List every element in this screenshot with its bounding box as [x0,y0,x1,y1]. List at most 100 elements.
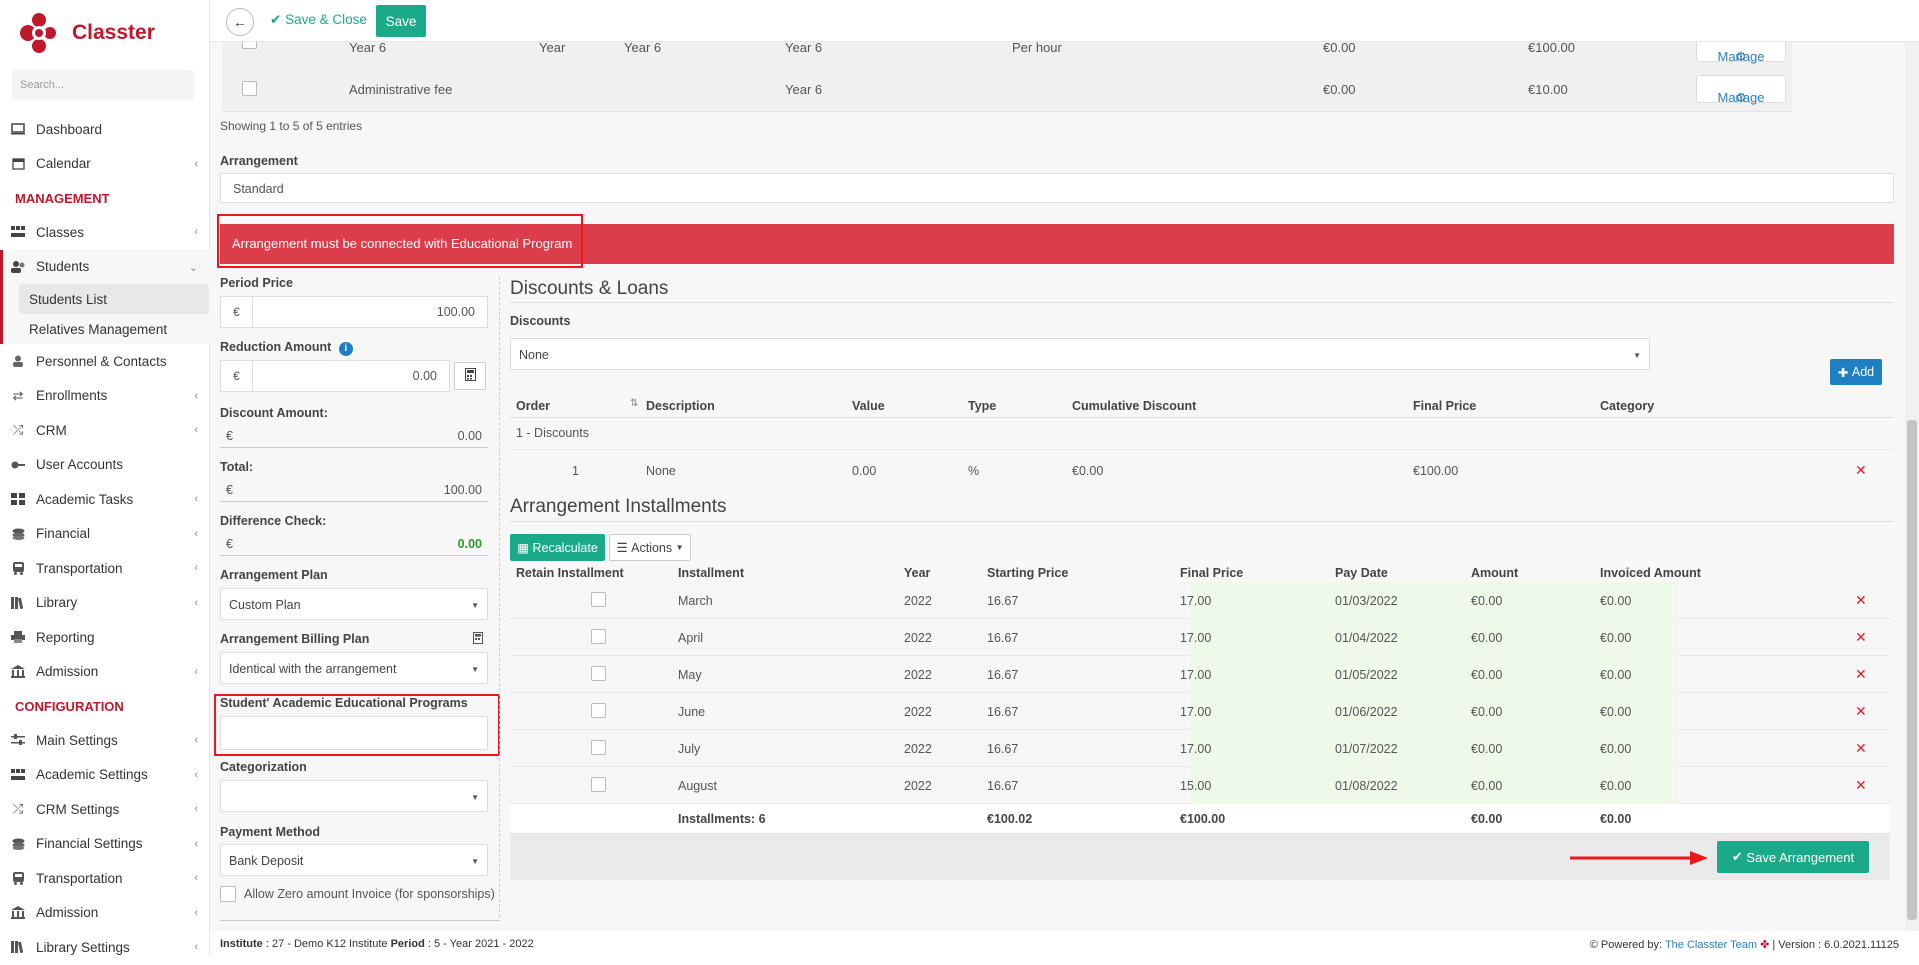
sidebar-item-academic-settings[interactable]: Academic Settings ‹ [0,758,210,793]
delete-installment-icon[interactable]: ✕ [1855,703,1867,720]
save-button[interactable]: Save [376,5,426,37]
retain-checkbox[interactable] [591,740,606,755]
installment-date[interactable]: 01/03/2022 [1335,594,1398,608]
installment-start[interactable]: 16.67 [987,705,1018,719]
discounts-select[interactable]: None ▼ [510,338,1650,370]
delete-discount-icon[interactable]: ✕ [1855,462,1867,479]
sidebar-item-financial[interactable]: Financial ‹ [0,517,210,552]
reduction-amount-input[interactable]: € 0.00 [220,360,450,392]
installment-start[interactable]: 16.67 [987,594,1018,608]
sidebar-item-label: Academic Tasks [36,491,134,507]
retain-checkbox[interactable] [591,629,606,644]
back-button[interactable]: ← [226,8,254,36]
sidebar-item-reporting[interactable]: Reporting [0,620,210,655]
col-final-price[interactable]: Final Price [1180,566,1243,580]
scrollbar[interactable] [1905,42,1919,931]
row-checkbox[interactable] [242,42,257,49]
col-pay-date[interactable]: Pay Date [1335,566,1388,580]
calculator-button[interactable] [454,362,486,390]
period-price-input[interactable]: € 100.00 [220,296,488,328]
sidebar-item-main-settings[interactable]: Main Settings ‹ [0,723,210,758]
sidebar-item-admission-settings[interactable]: Admission ‹ [0,896,210,931]
col-amount[interactable]: Amount [1471,566,1518,580]
fee-program: Year 6 [785,82,823,97]
sidebar-item-students[interactable]: Students ⌄ [0,249,210,284]
retain-checkbox[interactable] [591,703,606,718]
retain-checkbox[interactable] [591,777,606,792]
col-installment[interactable]: Installment [678,566,744,580]
installment-year: 2022 [904,668,932,682]
sidebar-item-crm[interactable]: ⤮ CRM ‹ [0,413,210,448]
info-icon[interactable]: i [338,342,353,356]
installment-start[interactable]: 16.67 [987,631,1018,645]
retain-checkbox[interactable] [591,592,606,607]
sidebar-item-transportation-settings[interactable]: Transportation ‹ [0,861,210,896]
installment-start[interactable]: 16.67 [987,779,1018,793]
col-year[interactable]: Year [904,566,930,580]
installment-final[interactable]: 17.00 [1180,594,1211,608]
payment-method-select[interactable]: Bank Deposit ▼ [220,844,488,876]
team-link[interactable]: The Classter Team [1665,939,1757,951]
installment-date[interactable]: 01/04/2022 [1335,631,1398,645]
sidebar-search-input[interactable]: Search... [12,70,194,100]
sidebar-item-financial-settings[interactable]: Financial Settings ‹ [0,827,210,862]
save-close-button[interactable]: ✔ Save & Close [270,12,367,28]
sidebar-item-crm-settings[interactable]: ⤮ CRM Settings ‹ [0,792,210,827]
actions-dropdown[interactable]: ☰ Actions ▼ [609,534,691,561]
col-description[interactable]: Description [646,399,715,413]
delete-installment-icon[interactable]: ✕ [1855,592,1867,609]
installment-final[interactable]: 17.00 [1180,631,1211,645]
sidebar-item-user-accounts[interactable]: User Accounts [0,448,210,483]
installment-final[interactable]: 17.00 [1180,668,1211,682]
categorization-select[interactable]: ▼ [220,780,488,812]
arrangement-field[interactable]: Standard [220,173,1894,203]
scrollbar-thumb[interactable] [1907,420,1917,920]
installment-final[interactable]: 17.00 [1180,705,1211,719]
sidebar-item-dashboard[interactable]: Dashboard [0,112,210,147]
sidebar-item-admission[interactable]: Admission ‹ [0,655,210,690]
sidebar-item-academic-tasks[interactable]: Academic Tasks ‹ [0,482,210,517]
save-arrangement-button[interactable]: ✔ Save Arrangement [1717,841,1869,873]
col-order[interactable]: Order [516,399,550,413]
delete-installment-icon[interactable]: ✕ [1855,740,1867,757]
arrangement-plan-select[interactable]: Custom Plan ▼ [220,588,488,620]
col-invoiced[interactable]: Invoiced Amount [1600,566,1701,580]
col-starting-price[interactable]: Starting Price [987,566,1068,580]
delete-installment-icon[interactable]: ✕ [1855,777,1867,794]
sidebar-item-library[interactable]: Library ‹ [0,586,210,621]
sidebar-item-enrollments[interactable]: ⇄ Enrollments ‹ [0,379,210,414]
installment-start[interactable]: 16.67 [987,668,1018,682]
row-checkbox[interactable] [242,81,257,96]
sidebar-item-calendar[interactable]: Calendar ‹ [0,147,210,182]
installment-date[interactable]: 01/06/2022 [1335,705,1398,719]
sidebar-item-classes[interactable]: Classes ‹ [0,215,210,250]
installment-final[interactable]: 17.00 [1180,742,1211,756]
sidebar-item-relatives-management[interactable]: Relatives Management [3,314,210,344]
sidebar-item-students-list[interactable]: Students List [19,284,209,314]
installment-date[interactable]: 01/05/2022 [1335,668,1398,682]
sort-icon[interactable]: ⇅ [630,398,638,409]
col-cumulative[interactable]: Cumulative Discount [1072,399,1196,413]
app-logo[interactable]: Classter [18,12,155,54]
delete-installment-icon[interactable]: ✕ [1855,666,1867,683]
installment-date[interactable]: 01/07/2022 [1335,742,1398,756]
col-type[interactable]: Type [968,399,996,413]
installment-date[interactable]: 01/08/2022 [1335,779,1398,793]
installment-start[interactable]: 16.67 [987,742,1018,756]
zero-invoice-checkbox[interactable] [220,886,236,902]
retain-checkbox[interactable] [591,666,606,681]
col-value[interactable]: Value [852,399,885,413]
col-retain[interactable]: Retain Installment [516,566,624,580]
recalculate-button[interactable]: ▦ Recalculate [510,534,605,561]
col-final-price[interactable]: Final Price [1413,399,1476,413]
delete-installment-icon[interactable]: ✕ [1855,629,1867,646]
add-discount-button[interactable]: ✚ Add [1830,359,1882,385]
manage-button[interactable]: ⚙ Manage [1696,75,1786,105]
col-category[interactable]: Category [1600,399,1654,413]
sidebar-item-personnel[interactable]: Personnel & Contacts [0,344,210,379]
sidebar-item-library-settings[interactable]: Library Settings ‹ [0,930,210,965]
sidebar-item-transportation[interactable]: Transportation ‹ [0,551,210,586]
manage-button[interactable]: ⚙ Manage [1696,42,1786,64]
installment-final[interactable]: 15.00 [1180,779,1211,793]
billing-plan-select[interactable]: Identical with the arrangement ▼ [220,652,488,684]
